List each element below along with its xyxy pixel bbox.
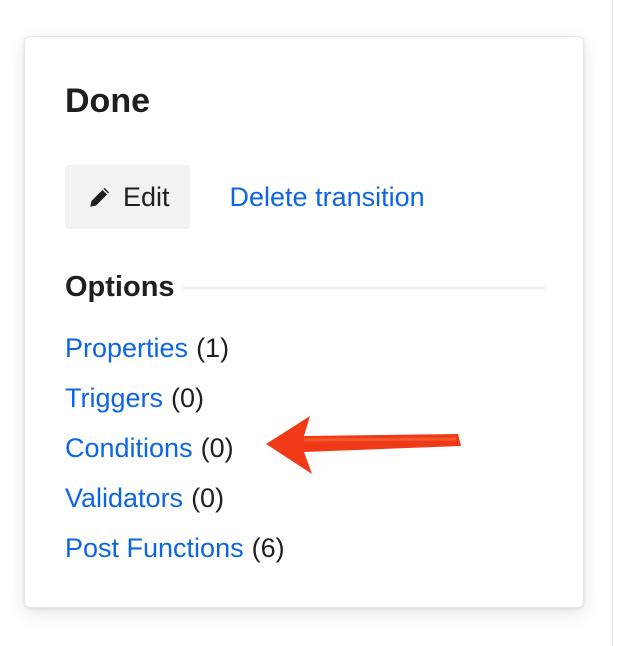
post-functions-count: (6) [251, 533, 285, 563]
delete-transition-link[interactable]: Delete transition [230, 182, 425, 213]
option-item-triggers: Triggers (0) [65, 383, 285, 433]
edit-button[interactable]: Edit [65, 165, 190, 229]
validators-link[interactable]: Validators [65, 483, 183, 513]
option-item-properties: Properties (1) [65, 333, 285, 383]
properties-count: (1) [196, 333, 230, 363]
options-list: Properties (1) Triggers (0) Conditions (0) … [65, 333, 285, 583]
transition-title: Done [65, 82, 150, 120]
triggers-count: (0) [171, 383, 205, 413]
option-item-post-functions: Post Functions (6) [65, 533, 285, 583]
properties-link[interactable]: Properties [65, 333, 188, 363]
options-divider [182, 286, 545, 289]
conditions-link[interactable]: Conditions [65, 433, 193, 463]
post-functions-link[interactable]: Post Functions [65, 533, 244, 563]
pencil-icon [87, 184, 113, 210]
transition-card: Done Edit Delete transition Options Prop… [24, 36, 584, 608]
validators-count: (0) [191, 483, 225, 513]
options-heading: Options [65, 271, 175, 303]
conditions-count: (0) [200, 433, 234, 463]
annotation-arrow-icon [266, 416, 461, 474]
edit-button-label: Edit [123, 181, 170, 212]
panel-divider [612, 0, 613, 646]
transition-actions: Edit Delete transition [65, 165, 425, 229]
option-item-validators: Validators (0) [65, 483, 285, 533]
triggers-link[interactable]: Triggers [65, 383, 163, 413]
option-item-conditions: Conditions (0) [65, 433, 285, 483]
page: Done Edit Delete transition Options Prop… [0, 0, 638, 646]
options-header: Options [65, 271, 545, 304]
